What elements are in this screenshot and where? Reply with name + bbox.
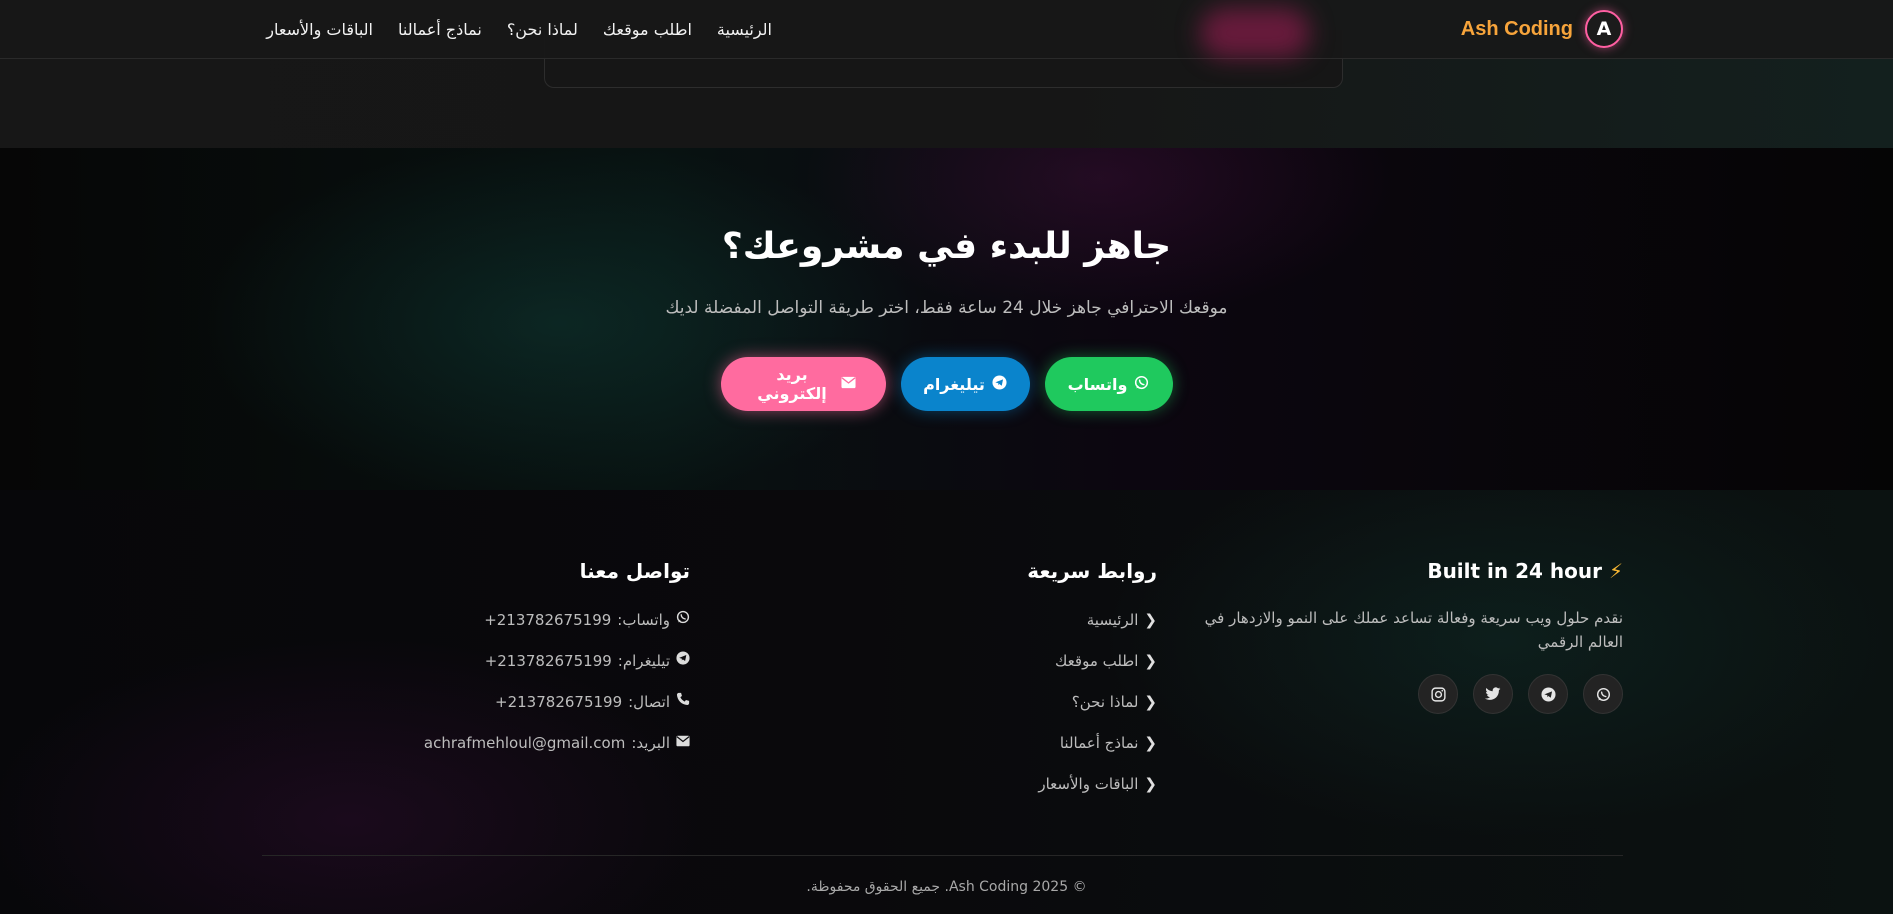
- footer-link-home[interactable]: ❮ الرئيسية: [877, 608, 1157, 649]
- twitter-social-icon[interactable]: [1473, 674, 1513, 714]
- footer-link-list: ❮ الرئيسية ❮ اطلب موقعك ❮ لماذا نحن؟ ❮ نماذج…: [877, 608, 1157, 813]
- telegram-social-icon[interactable]: [1528, 674, 1568, 714]
- cta-title: جاهز للبدء في مشروعك؟: [721, 226, 1172, 267]
- whatsapp-social-icon[interactable]: [1583, 674, 1623, 714]
- footer-contact-list: واتساب: +213782675199 تيليغرام: +2137826…: [360, 608, 690, 772]
- nav-glow-decoration: [1200, 8, 1310, 58]
- chevron-left-icon: ❮: [1144, 652, 1157, 670]
- cta-buttons: واتساب تيليغرام بريد إلكتروني: [0, 357, 1893, 411]
- brand-name[interactable]: Ash Coding: [1461, 18, 1573, 41]
- nav-link-order[interactable]: اطلب موقعك: [603, 20, 692, 39]
- telegram-icon: [992, 375, 1007, 393]
- nav-link-home[interactable]: الرئيسية: [717, 20, 772, 39]
- chevron-left-icon: ❮: [1144, 611, 1157, 629]
- whatsapp-button-label: واتساب: [1067, 374, 1128, 394]
- contact-telegram[interactable]: تيليغرام: +213782675199: [360, 649, 690, 690]
- envelope-icon: [840, 376, 856, 392]
- contact-phone[interactable]: اتصال: +213782675199: [360, 690, 690, 731]
- chevron-left-icon: ❮: [1144, 775, 1157, 793]
- brand-logo-icon[interactable]: A: [1585, 10, 1623, 48]
- telegram-icon: [676, 649, 690, 690]
- cta-subtitle: موقعك الاحترافي جاهز خلال 24 ساعة فقط، ا…: [665, 298, 1228, 318]
- footer-about-title: ⚡ Built in 24 hour: [1427, 559, 1623, 583]
- footer: ⚡ Built in 24 hour نقدم حلول ويب سريعة و…: [0, 490, 1893, 914]
- whatsapp-icon: [676, 608, 690, 649]
- contact-email[interactable]: البريد: achrafmehloul@gmail.com: [360, 731, 690, 772]
- footer-link-why-us[interactable]: ❮ لماذا نحن؟: [877, 690, 1157, 731]
- footer-link-portfolio[interactable]: ❮ نماذج أعمالنا: [877, 731, 1157, 772]
- telegram-button-label: تيليغرام: [923, 374, 985, 394]
- footer-contact-title: تواصل معنا: [579, 559, 690, 583]
- bolt-icon: ⚡: [1608, 559, 1623, 583]
- nav-link-why-us[interactable]: لماذا نحن؟: [507, 20, 578, 39]
- nav-link-pricing[interactable]: الباقات والأسعار: [266, 20, 373, 39]
- brand[interactable]: A Ash Coding: [1461, 10, 1623, 48]
- whatsapp-button[interactable]: واتساب: [1044, 357, 1173, 411]
- footer-divider: [262, 855, 1623, 856]
- cta-section: جاهز للبدء في مشروعك؟ موقعك الاحترافي جا…: [0, 148, 1893, 490]
- footer-link-order[interactable]: ❮ اطلب موقعك: [877, 649, 1157, 690]
- phone-icon: [676, 690, 690, 731]
- footer-link-pricing[interactable]: ❮ الباقات والأسعار: [877, 772, 1157, 813]
- contact-whatsapp[interactable]: واتساب: +213782675199: [360, 608, 690, 649]
- telegram-button[interactable]: تيليغرام: [900, 357, 1030, 411]
- whatsapp-icon: [1134, 375, 1149, 393]
- footer-links-title: روابط سريعة: [1027, 559, 1157, 583]
- email-button-label: بريد إلكتروني: [757, 365, 827, 403]
- instagram-social-icon[interactable]: [1418, 674, 1458, 714]
- social-links: [1193, 674, 1623, 714]
- footer-contact: تواصل معنا واتساب: +213782675199 تيليغرا…: [360, 556, 690, 772]
- copyright: © 2025 Ash Coding. جميع الحقوق محفوظة.: [806, 879, 1087, 895]
- chevron-left-icon: ❮: [1144, 734, 1157, 752]
- chevron-left-icon: ❮: [1144, 693, 1157, 711]
- footer-about: ⚡ Built in 24 hour نقدم حلول ويب سريعة و…: [1193, 556, 1623, 714]
- footer-links: روابط سريعة ❮ الرئيسية ❮ اطلب موقعك ❮ لماذا…: [877, 556, 1157, 813]
- email-button[interactable]: بريد إلكتروني: [720, 357, 886, 411]
- nav-link-portfolio[interactable]: نماذج أعمالنا: [398, 20, 482, 39]
- envelope-icon: [676, 731, 690, 772]
- nav-links: الرئيسية اطلب موقعك لماذا نحن؟ نماذج أعم…: [262, 0, 772, 58]
- navbar: A Ash Coding الرئيسية اطلب موقعك لماذا ن…: [0, 0, 1893, 59]
- footer-about-text: نقدم حلول ويب سريعة وفعالة تساعد عملك عل…: [1204, 609, 1623, 651]
